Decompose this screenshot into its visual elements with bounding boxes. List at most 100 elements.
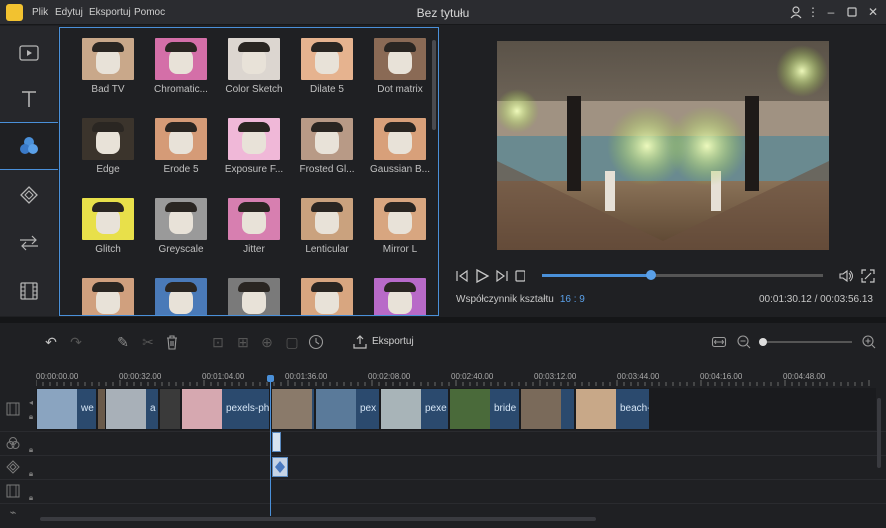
filter-tile[interactable]: Chromatic... [151,38,211,95]
element-track[interactable] [0,479,886,503]
filter-tile[interactable]: Dot matrix [370,38,430,95]
filter-tile[interactable]: Glitch [78,198,138,255]
timeline-vertical-scrollbar[interactable] [877,398,881,468]
filter-tile[interactable]: Jitter [224,198,284,255]
text-track[interactable] [0,431,886,455]
filter-clip[interactable] [272,432,281,452]
filters-icon [20,137,38,154]
overlay-clip[interactable] [272,457,288,477]
stop-icon[interactable] [515,270,526,282]
music-track[interactable] [0,503,886,527]
speed-icon[interactable] [308,334,324,350]
filter-tile[interactable] [297,278,357,315]
next-frame-icon[interactable] [496,269,508,283]
filter-tile[interactable] [370,278,430,315]
ruler-label: 00:00:00.00 [36,372,79,381]
ruler-label: 00:04:48.00 [783,372,826,381]
video-clip[interactable]: we [37,389,97,429]
sidebar-item-filters[interactable] [0,122,58,170]
timeline-horizontal-scrollbar[interactable] [40,517,596,521]
zoom-out-icon[interactable] [736,334,752,350]
filter-tile[interactable]: Lenticular [297,198,357,255]
filter-tile[interactable]: Bad TV [78,38,138,95]
filter-tile[interactable]: Mirror L [370,198,430,255]
video-clip[interactable] [98,389,106,429]
undo-icon[interactable]: ↶ [43,334,59,350]
video-clip[interactable]: a [106,389,159,429]
filter-tile[interactable]: Erode 5 [151,118,211,175]
fullscreen-icon[interactable] [860,268,876,287]
timeline-ruler[interactable]: 00:00:00.00 00:00:32.00 00:01:04.00 00:01:3… [36,362,876,386]
freeze-icon[interactable]: ▢ [284,334,300,350]
playback-progress-handle[interactable] [646,270,656,280]
filter-tile[interactable]: Edge [78,118,138,175]
mosaic-icon[interactable]: ⊕ [259,334,275,350]
text-icon [22,91,36,107]
clip-label: we [81,403,94,414]
sidebar-item-media[interactable] [0,30,58,76]
user-icon[interactable] [789,5,803,19]
video-clip[interactable]: bride [450,389,520,429]
hat-image [165,42,197,52]
filter-thumbnail [228,38,280,80]
video-clip[interactable]: 53c [160,389,181,429]
video-clip[interactable]: beach- [576,389,650,429]
overlay-track[interactable] [0,455,886,479]
minimize-icon[interactable]: – [824,5,838,19]
filter-thumbnail [155,38,207,80]
sidebar-item-overlays[interactable] [0,172,58,218]
sidebar-item-transitions[interactable] [0,220,58,266]
hat-image [92,202,124,212]
video-clip[interactable]: pex [316,389,380,429]
filter-tile[interactable] [78,278,138,315]
delete-icon[interactable] [164,334,180,350]
filter-tile[interactable]: Greyscale [151,198,211,255]
play-icon[interactable] [476,268,490,284]
filter-tile[interactable]: Dilate 5 [297,38,357,95]
filter-tile[interactable]: Gaussian B... [370,118,430,175]
aspect-ratio-value[interactable]: 16 : 9 [560,294,585,305]
filters-scrollbar[interactable] [432,40,436,130]
export-icon[interactable] [352,334,368,350]
hat-image [311,202,343,212]
filter-tile[interactable] [224,278,284,315]
transition-icon [20,235,38,251]
more-icon[interactable]: ⋮ [806,5,820,19]
video-track-lock-icon[interactable]: 🔒︎ [24,410,38,424]
video-clip[interactable]: pexe [381,389,449,429]
filter-tile[interactable]: Exposure F... [224,118,284,175]
zoom-slider-handle[interactable] [759,338,767,346]
filter-tile[interactable] [151,278,211,315]
filter-label: Lenticular [305,244,349,255]
hat-image [311,122,343,132]
crop-icon[interactable]: ⊡ [210,334,226,350]
clip-thumbnail [316,389,356,429]
filter-tile[interactable]: Color Sketch [224,38,284,95]
timeline-toolbar [0,323,886,361]
volume-icon[interactable] [838,268,854,287]
playhead[interactable] [270,378,271,516]
ruler-label: 00:02:40.00 [451,372,494,381]
sidebar-item-elements[interactable] [0,268,58,314]
video-track-audio-icon[interactable]: ◂ [24,396,38,410]
restore-icon[interactable] [845,5,859,19]
fit-timeline-icon[interactable] [711,334,727,350]
edit-icon[interactable]: ✎ [115,334,131,350]
zoom-slider-track[interactable] [762,341,852,343]
export-button[interactable]: Eksportuj [372,336,414,347]
close-icon[interactable]: ✕ [866,5,880,19]
clip-thumbnail [182,389,222,429]
filter-tile[interactable]: Frosted Gl... [297,118,357,175]
filter-label: Jitter [243,244,265,255]
zoom-in-icon[interactable] [861,334,877,350]
previous-frame-icon[interactable] [456,269,468,283]
video-clip[interactable] [272,389,315,429]
rotate-icon[interactable]: ⊞ [235,334,251,350]
sidebar-item-text[interactable] [0,76,58,122]
redo-icon[interactable]: ↷ [68,334,84,350]
filter-thumbnail [301,278,353,315]
cut-icon[interactable]: ✂ [140,334,156,350]
video-clip[interactable]: pexels-ph [182,389,270,429]
video-clip[interactable] [521,389,575,429]
playhead-handle[interactable] [267,375,274,382]
